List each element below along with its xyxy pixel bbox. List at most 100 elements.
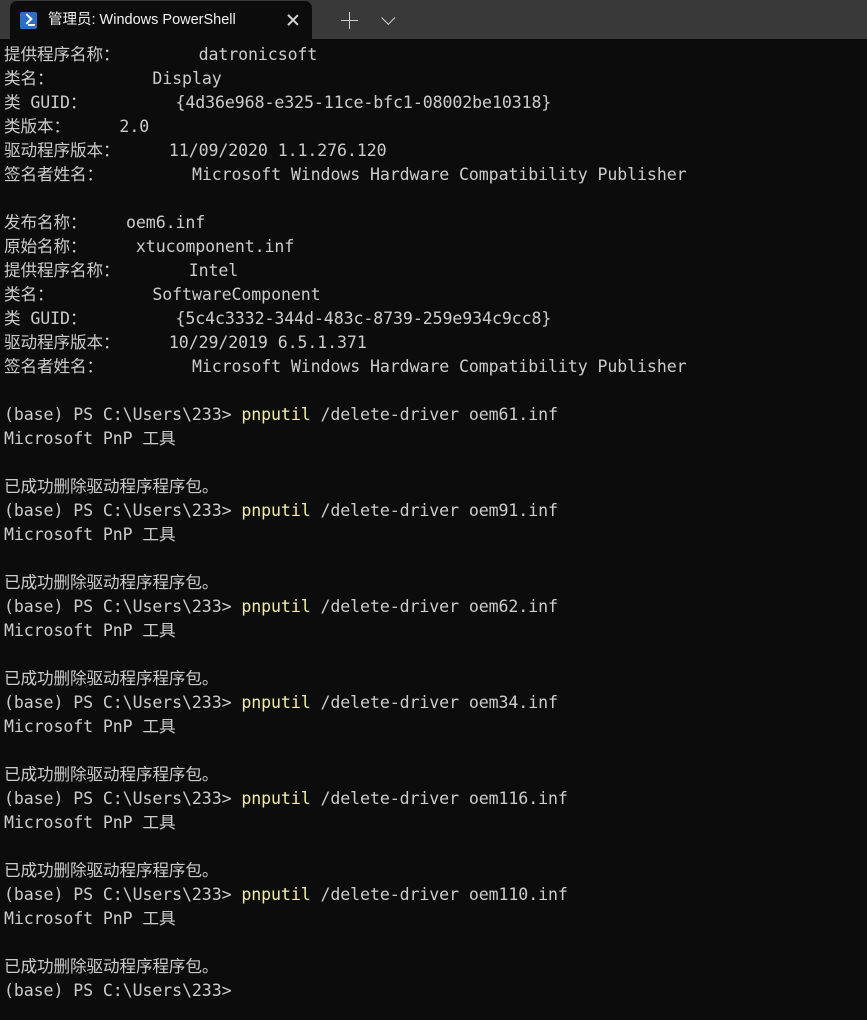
console-line: 原始名称： xtucomponent.inf — [4, 235, 867, 259]
console-text: Microsoft PnP 工具 — [4, 429, 176, 448]
console-text: Microsoft PnP 工具 — [4, 525, 176, 544]
console-line: Microsoft PnP 工具 — [4, 907, 867, 931]
console-line: (base) PS C:\Users\233> pnputil /delete-… — [4, 499, 867, 523]
console-text: /delete-driver oem91.inf — [310, 501, 558, 520]
console-text: 类版本： 2.0 — [4, 117, 150, 136]
console-text: (base) PS C:\Users\233> — [4, 789, 242, 808]
console-text: 原始名称： xtucomponent.inf — [4, 237, 295, 256]
console-line: 驱动程序版本： 11/09/2020 1.1.276.120 — [4, 139, 867, 163]
console-text: 提供程序名称： datronicsoft — [4, 45, 318, 64]
console-line: 已成功删除驱动程序程序包。 — [4, 667, 867, 691]
console-line: 签名者姓名： Microsoft Windows Hardware Compat… — [4, 355, 867, 379]
console-line: (base) PS C:\Users\233> — [4, 979, 867, 1003]
console-text: Microsoft PnP 工具 — [4, 717, 176, 736]
command-token: pnputil — [241, 501, 311, 520]
console-line: 已成功删除驱动程序程序包。 — [4, 475, 867, 499]
console-line: 类 GUID： {4d36e968-e325-11ce-bfc1-08002be… — [4, 91, 867, 115]
console-text: Microsoft PnP 工具 — [4, 813, 176, 832]
chevron-down-icon[interactable] — [369, 1, 409, 39]
console-text: 类名： SoftwareComponent — [4, 285, 321, 304]
console-line: (base) PS C:\Users\233> pnputil /delete-… — [4, 595, 867, 619]
console-text: (base) PS C:\Users\233> — [4, 885, 242, 904]
console-text: 驱动程序版本： 11/09/2020 1.1.276.120 — [4, 141, 387, 160]
console-line: 已成功删除驱动程序程序包。 — [4, 955, 867, 979]
console-line — [4, 835, 867, 859]
command-token: pnputil — [241, 789, 311, 808]
console-text: 已成功删除驱动程序程序包。 — [4, 861, 219, 880]
console-line: (base) PS C:\Users\233> pnputil /delete-… — [4, 403, 867, 427]
console-line: 类名： Display — [4, 67, 867, 91]
console-line: (base) PS C:\Users\233> pnputil /delete-… — [4, 691, 867, 715]
console-line — [4, 931, 867, 955]
console-text: (base) PS C:\Users\233> — [4, 405, 242, 424]
console-text: 类名： Display — [4, 69, 222, 88]
close-tab-icon[interactable] — [276, 1, 310, 39]
command-token: pnputil — [241, 885, 311, 904]
console-text: 提供程序名称： Intel — [4, 261, 239, 280]
console-line: 提供程序名称： Intel — [4, 259, 867, 283]
console-text: (base) PS C:\Users\233> — [4, 981, 242, 1000]
console-text: 已成功删除驱动程序程序包。 — [4, 573, 219, 592]
tab-powershell[interactable]: 管理员: Windows PowerShell — [10, 1, 312, 39]
console-line: Microsoft PnP 工具 — [4, 811, 867, 835]
command-token: pnputil — [241, 405, 311, 424]
console-line: 类 GUID： {5c4c3332-344d-483c-8739-259e934… — [4, 307, 867, 331]
console-text: Microsoft PnP 工具 — [4, 909, 176, 928]
console-text: /delete-driver oem116.inf — [310, 789, 568, 808]
console-text: 类 GUID： {4d36e968-e325-11ce-bfc1-08002be… — [4, 93, 552, 112]
console-text: (base) PS C:\Users\233> — [4, 501, 242, 520]
new-tab-icon[interactable] — [329, 1, 369, 39]
console-text: 签名者姓名： Microsoft Windows Hardware Compat… — [4, 165, 687, 184]
console-line: (base) PS C:\Users\233> pnputil /delete-… — [4, 883, 867, 907]
console-line: 驱动程序版本： 10/29/2019 6.5.1.371 — [4, 331, 867, 355]
title-bar: 管理员: Windows PowerShell — [0, 0, 867, 39]
console-line: Microsoft PnP 工具 — [4, 715, 867, 739]
console-line: 签名者姓名： Microsoft Windows Hardware Compat… — [4, 163, 867, 187]
command-token: pnputil — [241, 693, 311, 712]
console-text: Microsoft PnP 工具 — [4, 621, 176, 640]
console-line — [4, 187, 867, 211]
console-line: 已成功删除驱动程序程序包。 — [4, 859, 867, 883]
console-line — [4, 643, 867, 667]
console-output[interactable]: 提供程序名称： datronicsoft 类名： Display 类 GUID： {… — [0, 39, 867, 1020]
console-line: 发布名称： oem6.inf — [4, 211, 867, 235]
console-line: Microsoft PnP 工具 — [4, 523, 867, 547]
console-text: /delete-driver oem62.inf — [310, 597, 558, 616]
console-line — [4, 451, 867, 475]
console-text: /delete-driver oem110.inf — [310, 885, 568, 904]
console-text: 发布名称： oem6.inf — [4, 213, 206, 232]
console-text: 已成功删除驱动程序程序包。 — [4, 669, 219, 688]
console-text: 已成功删除驱动程序程序包。 — [4, 477, 219, 496]
command-token: pnputil — [241, 597, 311, 616]
console-line: 已成功删除驱动程序程序包。 — [4, 763, 867, 787]
console-text: (base) PS C:\Users\233> — [4, 693, 242, 712]
console-line: Microsoft PnP 工具 — [4, 619, 867, 643]
console-text: /delete-driver oem34.inf — [310, 693, 558, 712]
console-line: 提供程序名称： datronicsoft — [4, 43, 867, 67]
console-line: Microsoft PnP 工具 — [4, 427, 867, 451]
console-text: 类 GUID： {5c4c3332-344d-483c-8739-259e934… — [4, 309, 552, 328]
console-text: 驱动程序版本： 10/29/2019 6.5.1.371 — [4, 333, 367, 352]
tab-title: 管理员: Windows PowerShell — [48, 12, 236, 28]
console-line — [4, 379, 867, 403]
powershell-icon — [20, 11, 37, 29]
console-line: 已成功删除驱动程序程序包。 — [4, 571, 867, 595]
console-line — [4, 547, 867, 571]
console-line: 类名： SoftwareComponent — [4, 283, 867, 307]
console-text: 已成功删除驱动程序程序包。 — [4, 765, 219, 784]
tab-actions — [312, 1, 409, 39]
console-line: 类版本： 2.0 — [4, 115, 867, 139]
console-text: (base) PS C:\Users\233> — [4, 597, 242, 616]
console-text: 已成功删除驱动程序程序包。 — [4, 957, 219, 976]
console-text: 签名者姓名： Microsoft Windows Hardware Compat… — [4, 357, 687, 376]
tab-strip: 管理员: Windows PowerShell — [0, 0, 312, 39]
console-text: /delete-driver oem61.inf — [310, 405, 558, 424]
